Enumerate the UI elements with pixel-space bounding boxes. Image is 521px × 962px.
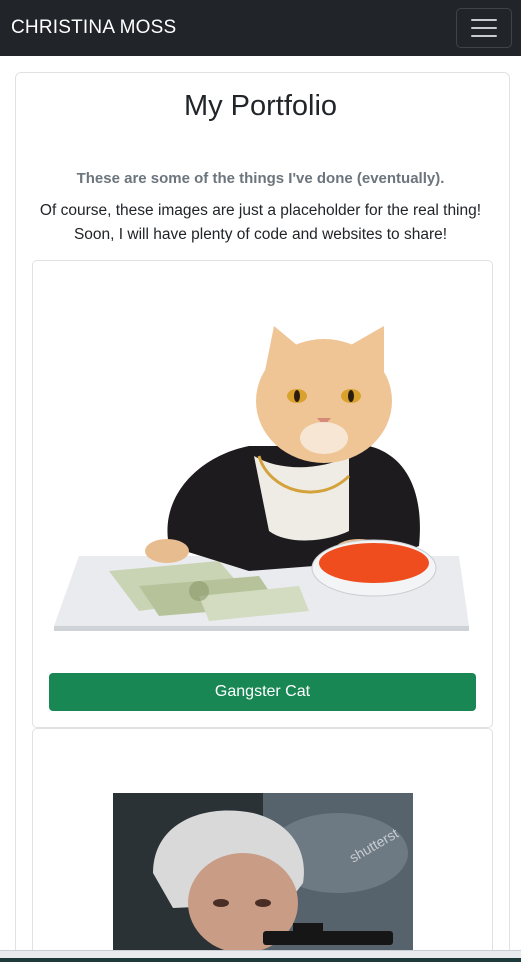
description-text: Of course, these images are just a place… xyxy=(30,199,491,247)
gangster-cat-image xyxy=(54,326,469,631)
portfolio-image-2: shutterst xyxy=(113,793,413,953)
hamburger-menu-icon xyxy=(471,19,497,37)
portfolio-card-2: shutterst xyxy=(32,728,493,962)
brand-name[interactable]: CHRISTINA MOSS xyxy=(11,17,176,39)
portfolio-card-gangster-cat: Gangster Cat xyxy=(32,260,493,728)
description-line-2: Soon, I will have plenty of code and web… xyxy=(73,226,448,243)
page-title: My Portfolio xyxy=(183,90,338,122)
lead-text: These are some of the things I've done (… xyxy=(76,170,445,187)
gangster-cat-button[interactable]: Gangster Cat xyxy=(49,673,476,711)
description-line-1: Of course, these images are just a place… xyxy=(39,202,482,219)
bottom-edge-line xyxy=(0,958,521,962)
menu-toggle-button[interactable] xyxy=(456,8,512,48)
top-navbar: CHRISTINA MOSS xyxy=(0,0,521,56)
